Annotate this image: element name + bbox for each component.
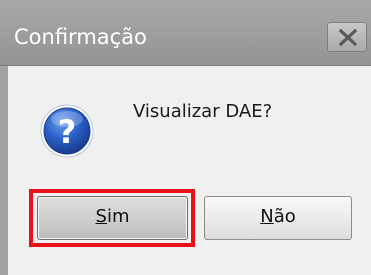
confirmation-dialog: Confirmação ? Visualizar DAE? Sim Não — [0, 0, 371, 275]
window-border — [0, 66, 8, 275]
dialog-message: Visualizar DAE? — [133, 101, 273, 122]
no-mnemonic: N — [260, 206, 274, 227]
yes-label-rest: im — [106, 206, 130, 227]
no-label-rest: ão — [273, 206, 296, 227]
title-bar[interactable]: Confirmação — [0, 0, 371, 66]
yes-button[interactable]: Sim — [37, 196, 188, 240]
question-icon: ? — [40, 104, 94, 158]
dialog-title: Confirmação — [14, 25, 147, 49]
close-icon — [339, 29, 357, 46]
yes-mnemonic: S — [95, 206, 107, 227]
close-button[interactable] — [327, 22, 367, 52]
no-button[interactable]: Não — [204, 196, 352, 240]
svg-text:?: ? — [58, 113, 77, 151]
